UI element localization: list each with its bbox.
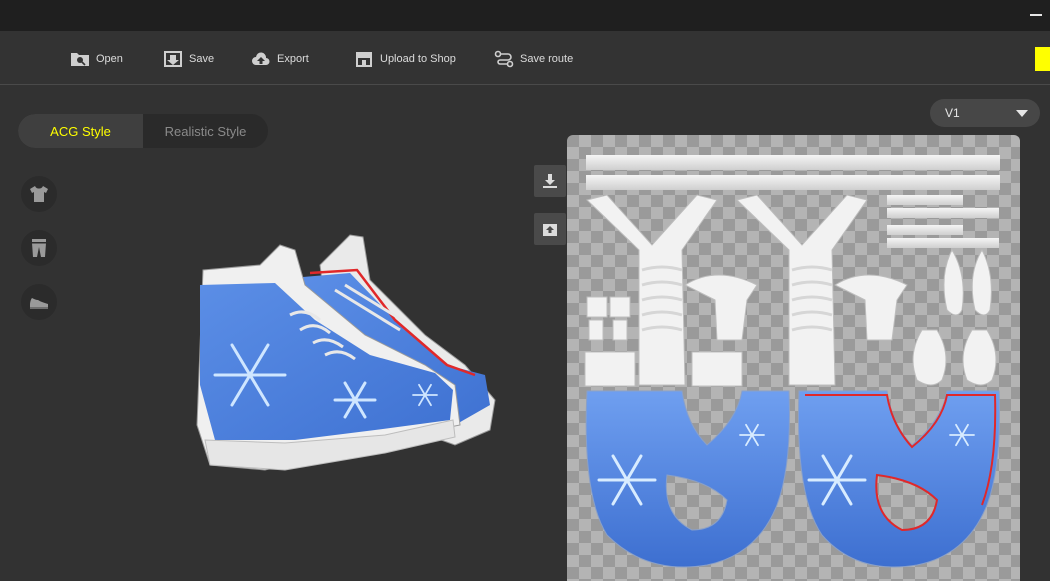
- accent-tab[interactable]: [1035, 47, 1050, 71]
- open-button[interactable]: Open: [70, 48, 123, 70]
- save-icon: [164, 51, 182, 67]
- save-route-button[interactable]: Save route: [494, 48, 573, 70]
- app-window: Open Save Export Upload to Shop Save rou…: [0, 0, 1050, 581]
- style-toggle: ACG Style Realistic Style: [18, 114, 268, 148]
- uv-layout: [584, 155, 1000, 568]
- upload-texture-button[interactable]: [534, 213, 566, 245]
- download-icon: [543, 174, 557, 188]
- title-bar: [0, 0, 1050, 31]
- upload-icon: [543, 224, 557, 236]
- chevron-down-icon: [1016, 110, 1028, 117]
- open-folder-icon: [71, 53, 89, 66]
- export-label: Export: [277, 53, 309, 65]
- route-icon: [494, 50, 514, 68]
- acg-style-tab[interactable]: ACG Style: [18, 114, 143, 148]
- category-shoe-button[interactable]: [21, 284, 57, 320]
- pants-icon: [32, 239, 46, 257]
- shirt-icon: [30, 186, 48, 202]
- save-label: Save: [189, 53, 215, 65]
- open-label: Open: [96, 53, 123, 65]
- category-pants-button[interactable]: [21, 230, 57, 266]
- shoe-3d-render: [196, 234, 496, 471]
- upload-to-shop-label: Upload to Shop: [380, 53, 456, 65]
- save-button[interactable]: Save: [163, 48, 214, 70]
- save-route-label: Save route: [520, 53, 574, 65]
- cloud-upload-icon: [252, 52, 270, 65]
- shoe-3d-viewport[interactable]: [185, 225, 505, 500]
- shop-icon: [356, 52, 372, 67]
- shoe-icon: [30, 298, 48, 309]
- minimize-icon[interactable]: [1030, 14, 1042, 16]
- texture-uv-panel[interactable]: [567, 135, 1020, 581]
- export-button[interactable]: Export: [251, 48, 309, 70]
- upload-to-shop-button[interactable]: Upload to Shop: [354, 48, 456, 70]
- toolbar: Open Save Export Upload to Shop Save rou…: [0, 31, 1050, 85]
- realistic-style-tab[interactable]: Realistic Style: [143, 114, 268, 148]
- category-shirt-button[interactable]: [21, 176, 57, 212]
- download-texture-button[interactable]: [534, 165, 566, 197]
- version-dropdown[interactable]: V1: [930, 99, 1040, 127]
- version-value: V1: [945, 106, 960, 120]
